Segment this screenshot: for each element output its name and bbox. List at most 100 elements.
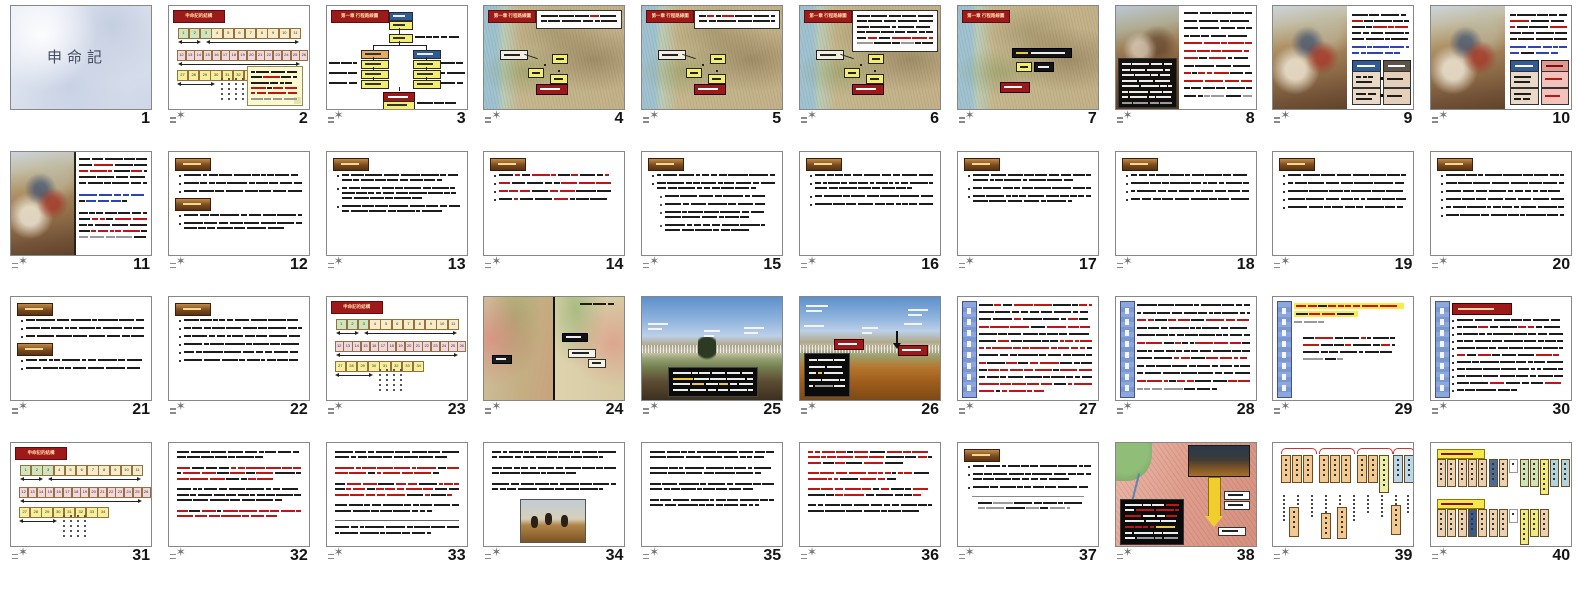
text-line	[515, 174, 521, 176]
slide-thumbnail-10[interactable]	[1430, 5, 1572, 110]
slide-thumbnail-18[interactable]	[1115, 151, 1257, 256]
text-line	[236, 456, 253, 458]
slide-thumbnail-32[interactable]	[168, 442, 310, 547]
slide-thumbnail-3[interactable]: 第一章 行程路線圖	[326, 5, 468, 110]
text-line	[686, 182, 692, 184]
text-line	[1160, 102, 1172, 104]
text-line	[1137, 350, 1147, 352]
glyph-dot	[1353, 515, 1355, 517]
slide-thumbnail-13[interactable]	[326, 151, 468, 256]
slide-thumbnail-2[interactable]: 申命記的結構1234567891011121314151617181920212…	[168, 5, 310, 110]
banner-glyph	[1440, 341, 1444, 347]
slide-thumbnail-27[interactable]	[957, 296, 1099, 401]
slide-thumbnail-8[interactable]	[1115, 5, 1257, 110]
text-line	[738, 20, 752, 22]
slide-thumbnail-17[interactable]	[957, 151, 1099, 256]
slide-cell: ✶34	[473, 437, 630, 582]
flow-box	[361, 50, 389, 59]
slide-thumbnail-40[interactable]	[1430, 442, 1572, 547]
slide-thumbnail-24[interactable]	[483, 296, 625, 401]
slide-thumbnail-19[interactable]	[1272, 151, 1414, 256]
text-line	[1321, 174, 1335, 176]
section-header-box	[490, 158, 526, 171]
text-line	[89, 335, 105, 337]
slide-thumbnail-20[interactable]	[1430, 151, 1572, 256]
text-line	[134, 236, 147, 238]
text-line	[59, 367, 64, 369]
slide-thumbnail-5[interactable]: 第一章 行程路線圖	[641, 5, 783, 110]
slide-thumbnail-12[interactable]	[168, 151, 310, 256]
text-line	[191, 451, 210, 453]
text-line	[559, 451, 572, 453]
glyph-dot	[1407, 503, 1409, 505]
text-line	[824, 372, 843, 374]
slide-thumbnail-37[interactable]	[957, 442, 1099, 547]
slide-thumbnail-1[interactable]: 申命記	[10, 5, 152, 110]
slide-thumbnail-6[interactable]: 第一章 行程路線圖	[799, 5, 941, 110]
text-line	[703, 456, 723, 458]
glyph-dot	[1325, 499, 1327, 501]
text-line	[1366, 26, 1371, 28]
text-line	[694, 378, 709, 380]
text-line	[1529, 26, 1548, 28]
text-line	[412, 510, 418, 512]
map-label	[1034, 62, 1054, 72]
text-line	[902, 203, 908, 205]
divider-line	[74, 152, 76, 255]
slide-thumbnail-35[interactable]	[641, 442, 783, 547]
slide-thumbnail-31[interactable]: 申命記的結構1234567891011121314151617181920212…	[10, 442, 152, 547]
slide-thumbnail-21[interactable]	[10, 296, 152, 401]
text-line	[1169, 334, 1175, 336]
slide-thumbnail-36[interactable]	[799, 442, 941, 547]
text-line	[397, 488, 405, 490]
section-header-box	[175, 303, 211, 316]
slide-thumbnail-30[interactable]	[1430, 296, 1572, 401]
text-line	[901, 42, 914, 44]
slide-thumbnail-14[interactable]	[483, 151, 625, 256]
text-line	[394, 467, 410, 469]
text-line	[1187, 380, 1194, 382]
glyph-dot	[1523, 468, 1525, 470]
slide-title-banner: 申命記的結構	[173, 10, 225, 23]
slide-thumbnail-26[interactable]	[799, 296, 941, 401]
slide-thumbnail-38[interactable]	[1115, 442, 1257, 547]
text-line	[231, 467, 237, 469]
text-line	[1190, 35, 1200, 37]
slide-thumbnail-16[interactable]	[799, 151, 941, 256]
text-line	[1391, 38, 1408, 40]
text-line	[402, 532, 410, 534]
slide-thumbnail-9[interactable]	[1272, 5, 1414, 110]
glyph-dot	[1296, 459, 1298, 461]
banner-glyph	[967, 341, 971, 347]
text-line	[1050, 340, 1058, 342]
text-line	[724, 182, 734, 184]
column-box	[1321, 513, 1331, 539]
text-line	[1199, 334, 1215, 336]
text-line	[895, 494, 903, 496]
glyph-dot	[1440, 518, 1442, 520]
slide-thumbnail-4[interactable]: 第一章 行程路線圖	[483, 5, 625, 110]
slide-thumbnail-23[interactable]: 申命記的結構1234567891011121314151617181920212…	[326, 296, 468, 401]
text-line	[270, 82, 278, 84]
slide-thumbnail-25[interactable]	[641, 296, 783, 401]
text-line	[284, 98, 297, 100]
bullet-dot	[494, 175, 496, 177]
slide-thumbnail-28[interactable]	[1115, 296, 1257, 401]
text-line	[713, 229, 719, 231]
text-line	[412, 532, 425, 534]
slide-thumbnail-34[interactable]	[483, 442, 625, 547]
slide-thumbnail-22[interactable]	[168, 296, 310, 401]
text-line	[431, 494, 446, 496]
slide-thumbnail-11[interactable]	[10, 151, 152, 256]
slide-thumbnail-7[interactable]: 第一章 行程路線圖	[957, 5, 1099, 110]
text-line	[650, 483, 661, 485]
slide-thumbnail-15[interactable]	[641, 151, 783, 256]
text-line	[1198, 72, 1205, 74]
slide-thumbnail-29[interactable]	[1272, 296, 1414, 401]
slide-thumbnail-39[interactable]	[1272, 442, 1414, 547]
text-line	[1163, 91, 1171, 93]
text-line	[1060, 369, 1077, 371]
slide-thumbnail-33[interactable]	[326, 442, 468, 547]
text-line	[1356, 206, 1363, 208]
map-label	[708, 74, 726, 84]
